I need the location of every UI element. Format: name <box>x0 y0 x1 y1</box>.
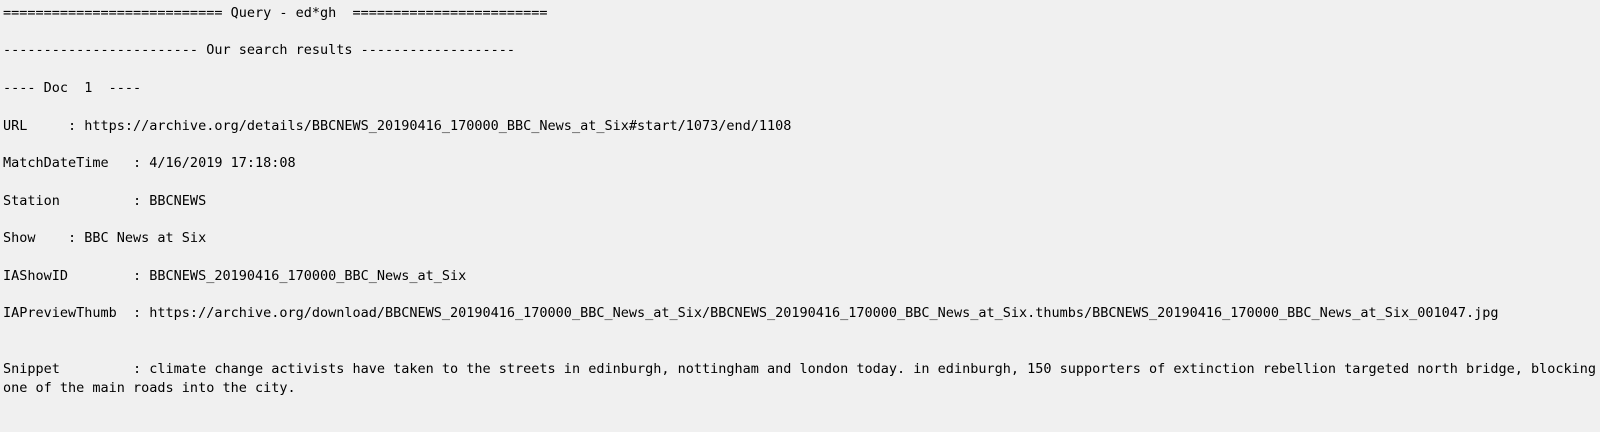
ia-show-id-field: IAShowID : BBCNEWS_20190416_170000_BBC_N… <box>3 268 467 284</box>
search-results-header: ------------------------ Our search resu… <box>3 42 516 58</box>
doc-header: ---- Doc 1 ---- <box>3 80 142 96</box>
url-field: URL : https://archive.org/details/BBCNEW… <box>3 118 792 134</box>
match-datetime-field: MatchDateTime : 4/16/2019 17:18:08 <box>3 155 296 171</box>
snippet-field: Snippet : climate change activists have … <box>3 361 1597 396</box>
show-field: Show : BBC News at Six <box>3 230 207 246</box>
ia-preview-thumb-field: IAPreviewThumb : https://archive.org/dow… <box>3 305 1499 321</box>
query-header: =========================== Query - ed*g… <box>3 5 548 21</box>
station-field: Station : BBCNEWS <box>3 193 207 209</box>
